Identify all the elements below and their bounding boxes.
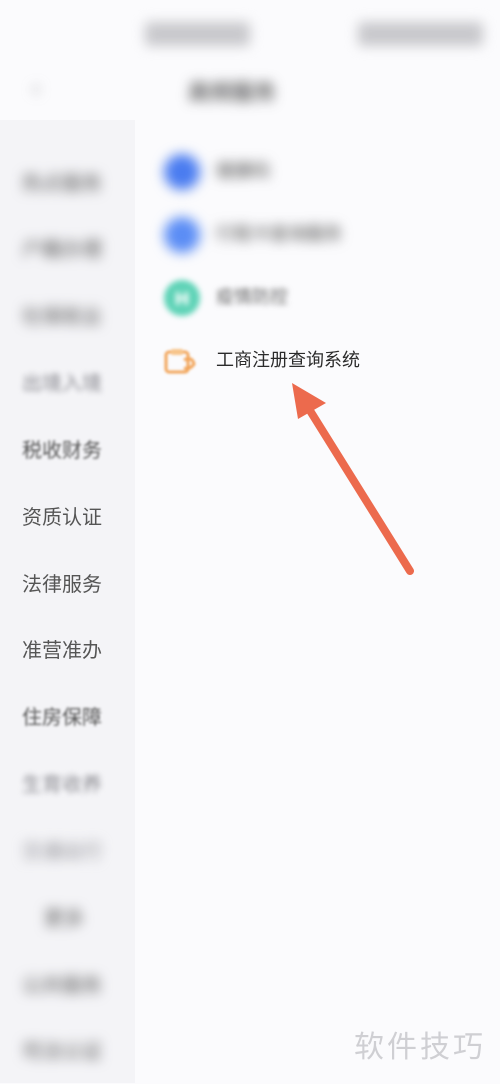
service-item-trip-card[interactable]: 行程卡查询服务	[162, 210, 492, 260]
top-bar-left-placeholder	[145, 22, 250, 46]
sidebar-item[interactable]: 出境入境	[0, 350, 135, 416]
sidebar-item[interactable]: 法律服务	[0, 551, 135, 617]
top-bar	[0, 0, 500, 70]
sidebar-item[interactable]: 住房保障	[0, 684, 135, 750]
service-label: 行程卡查询服务	[216, 224, 342, 245]
sidebar-item[interactable]: 生育收养	[0, 751, 135, 817]
service-label: 健康码	[216, 161, 270, 182]
health-code-icon	[164, 154, 200, 190]
sidebar-item[interactable]: 公共服务	[0, 952, 135, 1018]
hospital-icon: H	[164, 280, 200, 316]
sidebar-item[interactable]: 税收财务	[0, 417, 135, 483]
category-sidebar: 热点服务 户籍办理 社保就业 出境入境 税收财务 资质认证 法律服务 准营准办 …	[0, 120, 135, 1083]
sidebar-item[interactable]: 更多	[0, 885, 135, 951]
business-registry-icon	[164, 346, 198, 376]
sidebar-item[interactable]: 户籍办理	[0, 216, 135, 282]
service-item-health-code[interactable]: 健康码	[162, 147, 492, 197]
service-label: 疫情防控	[216, 287, 288, 308]
annotation-arrow	[292, 383, 414, 575]
trip-card-icon	[164, 217, 200, 253]
watermark: 软件技巧	[354, 1030, 486, 1065]
page-title: 高频服务	[188, 81, 277, 106]
svg-text:H: H	[174, 289, 189, 310]
sidebar-item[interactable]: 社保就业	[0, 283, 135, 349]
sidebar-item[interactable]: 资质认证	[0, 484, 135, 550]
sidebar-item[interactable]: 司法公证	[0, 1018, 135, 1084]
sidebar-item[interactable]: 热点服务	[0, 150, 135, 216]
sidebar-item[interactable]: 准营准办	[0, 617, 135, 683]
top-bar-right-placeholder	[358, 22, 483, 46]
sidebar-item[interactable]: 交通出行	[0, 818, 135, 884]
service-item-epidemic-control[interactable]: H 疫情防控	[162, 273, 492, 323]
back-arrow-icon[interactable]: ‹	[22, 78, 50, 102]
